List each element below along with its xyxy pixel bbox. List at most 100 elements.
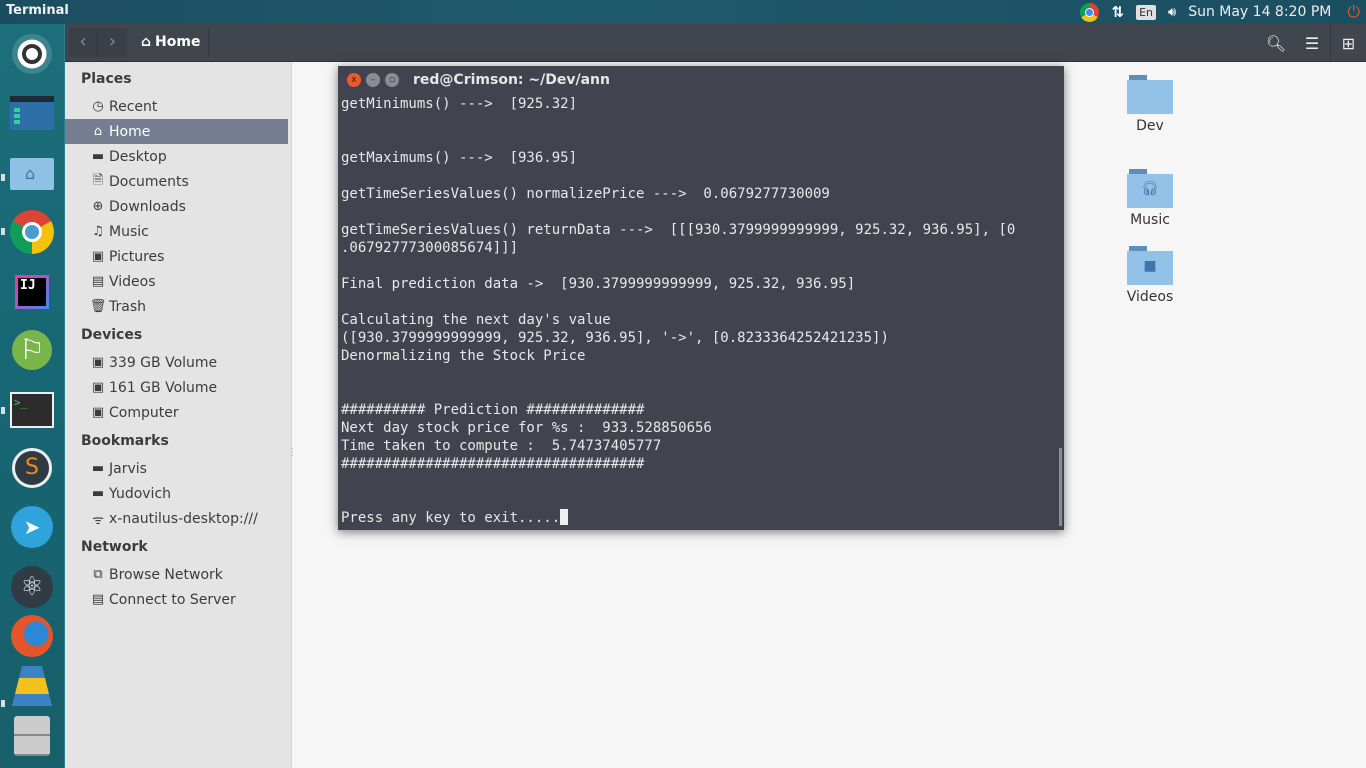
file-item-videos[interactable]: ■ Videos bbox=[1110, 245, 1190, 305]
sidebar-item-videos[interactable]: ▤ Videos bbox=[65, 269, 288, 294]
file-item-dev[interactable]: Dev bbox=[1110, 74, 1190, 134]
sidebar-item-label: Yudovich bbox=[109, 485, 172, 502]
terminal-line: Next day stock price for %s : 933.528850… bbox=[341, 419, 1059, 437]
running-indicator bbox=[1, 228, 5, 235]
sidebar-item-pictures[interactable]: ▣ Pictures bbox=[65, 244, 288, 269]
maximize-button[interactable]: ▫ bbox=[385, 73, 399, 87]
sidebar-item-nautilus-desktop[interactable]: ᯤ x-nautilus-desktop:/// bbox=[65, 506, 288, 531]
back-button[interactable]: ‹ bbox=[69, 28, 98, 57]
view-options-button[interactable]: ☰ bbox=[1294, 24, 1330, 62]
sidebar-item-browse-network[interactable]: ⧉ Browse Network bbox=[65, 562, 288, 587]
launcher-intellij[interactable]: IJ bbox=[10, 270, 54, 314]
sidebar-item-downloads[interactable]: ⊕ Downloads bbox=[65, 194, 288, 219]
sidebar-item-label: x-nautilus-desktop:/// bbox=[109, 510, 258, 527]
terminal-scrollbar[interactable] bbox=[1059, 448, 1062, 526]
home-icon: ⌂ bbox=[141, 34, 152, 50]
sidebar: Places ◷ Recent ⌂ Home ▬ Desktop 🗎︎ Document… bbox=[65, 62, 297, 768]
folder-icon: ▬ bbox=[91, 149, 105, 164]
launcher-telegram[interactable]: ➤ bbox=[10, 505, 54, 549]
chrome-indicator-icon[interactable] bbox=[1080, 2, 1100, 22]
terminal-line-text: ########## Prediction ############## bbox=[341, 402, 645, 418]
network-arrows-icon[interactable]: ⇅ bbox=[1111, 3, 1124, 21]
sidebar-item-label: Connect to Server bbox=[109, 591, 236, 608]
sidebar-item-label: 161 GB Volume bbox=[109, 379, 218, 396]
close-icon: x bbox=[351, 75, 357, 85]
terminal-line: Final prediction data -> [930.3799999999… bbox=[341, 275, 1059, 293]
sidebar-item-connect-to-server[interactable]: ▤ Connect to Server bbox=[65, 587, 288, 612]
sidebar-item-documents[interactable]: 🗎︎ Documents bbox=[65, 169, 288, 194]
volume-icon[interactable]: 🔊︎ bbox=[1168, 5, 1176, 20]
sidebar-item-recent[interactable]: ◷ Recent bbox=[65, 94, 288, 119]
file-item-music[interactable]: 🎧︎ Music bbox=[1110, 168, 1190, 228]
launcher-firefox[interactable] bbox=[10, 614, 54, 658]
launcher-atom[interactable]: ⚛ bbox=[10, 565, 54, 609]
sidebar-item-label: Jarvis bbox=[109, 460, 147, 477]
file-label: Music bbox=[1130, 212, 1170, 228]
sidebar-item-home[interactable]: ⌂ Home bbox=[65, 119, 288, 144]
sidebar-item-label: Computer bbox=[109, 404, 179, 421]
launcher-android-studio[interactable]: ⚐ bbox=[10, 328, 54, 372]
launcher-software-installer[interactable] bbox=[10, 664, 54, 708]
terminal-line: .06792777300085674]]] bbox=[341, 239, 1059, 257]
terminal-line: ([930.3799999999999, 925.32, 936.95], '-… bbox=[341, 329, 1059, 347]
sidebar-item-label: Home bbox=[109, 123, 151, 140]
terminal-line: getMinimums() ---> [925.32] bbox=[341, 95, 1059, 113]
folder-icon bbox=[1127, 75, 1173, 114]
power-icon[interactable]: ⏻ bbox=[1347, 2, 1360, 22]
terminal-output[interactable]: getMinimums() ---> [925.32] getMaximums()… bbox=[341, 95, 1059, 525]
terminal-line-text: Denormalizing the Stock Price bbox=[341, 348, 586, 364]
folder-icon: ▬ bbox=[91, 486, 105, 501]
running-indicator bbox=[1, 700, 5, 707]
terminal-line-text: Final prediction data -> [930.3799999999… bbox=[341, 276, 856, 292]
sidebar-item-music[interactable]: ♫ Music bbox=[65, 219, 288, 244]
terminal-line-text: getTimeSeriesValues() normalizePrice ---… bbox=[341, 186, 830, 202]
header-bar: ‹ › ⌂ Home 🔍︎ ☰ ⊞ bbox=[65, 24, 1366, 62]
keyboard-layout-indicator[interactable]: En bbox=[1136, 4, 1156, 20]
terminal-line-text: Calculating the next day's value bbox=[341, 312, 611, 328]
clock[interactable]: Sun May 14 8:20 PM bbox=[1188, 4, 1331, 20]
path-bar-home-button[interactable]: ⌂ Home bbox=[133, 28, 210, 57]
launcher-sublime-text[interactable]: S bbox=[10, 446, 54, 490]
chrome-icon bbox=[10, 210, 54, 254]
sidebar-item-label: Documents bbox=[109, 173, 189, 190]
terminal-line: getTimeSeriesValues() returnData ---> [[… bbox=[341, 221, 1059, 239]
sidebar-heading-devices: Devices bbox=[81, 327, 143, 343]
search-button[interactable]: 🔍︎ bbox=[1258, 24, 1294, 62]
launcher-home-folder[interactable] bbox=[10, 152, 54, 196]
terminal-window[interactable]: x – ▫ red@Crimson: ~/Dev/ann getMinimums… bbox=[338, 66, 1064, 530]
terminal-line: getMaximums() ---> [936.95] bbox=[341, 149, 1059, 167]
terminal-line-text: getTimeSeriesValues() returnData ---> [[… bbox=[341, 222, 1016, 238]
sidebar-item-desktop[interactable]: ▬ Desktop bbox=[65, 144, 288, 169]
launcher-files-app[interactable] bbox=[10, 91, 54, 135]
music-folder-icon: 🎧︎ bbox=[1127, 169, 1173, 208]
ubuntu-logo-icon bbox=[12, 34, 52, 74]
terminal-titlebar[interactable]: x – ▫ red@Crimson: ~/Dev/ann bbox=[338, 66, 1064, 94]
launcher-ubuntu-dash[interactable] bbox=[10, 32, 54, 76]
terminal-line-text: ([930.3799999999999, 925.32, 936.95], '-… bbox=[341, 330, 889, 346]
forward-button[interactable]: › bbox=[98, 28, 127, 57]
launcher: IJ ⚐ >_ S ➤ ⚛ bbox=[0, 24, 65, 768]
film-icon: ▤ bbox=[91, 274, 105, 289]
launcher-chrome[interactable] bbox=[10, 210, 54, 254]
sublime-text-icon: S bbox=[12, 448, 52, 488]
minimize-button[interactable]: – bbox=[366, 73, 380, 87]
sidebar-item-trash[interactable]: 🗑︎ Trash bbox=[65, 294, 288, 319]
sidebar-item-339gb-volume[interactable]: ▣ 339 GB Volume bbox=[65, 350, 288, 375]
terminal-icon: >_ bbox=[10, 392, 54, 428]
sidebar-item-yudovich[interactable]: ▬ Yudovich bbox=[65, 481, 288, 506]
minimize-icon: – bbox=[370, 75, 376, 85]
maximize-icon: ▫ bbox=[388, 75, 396, 85]
launcher-terminal[interactable]: >_ bbox=[10, 388, 54, 432]
terminal-line: Calculating the next day's value bbox=[341, 311, 1059, 329]
grid-view-button[interactable]: ⊞ bbox=[1330, 24, 1366, 62]
clock-icon: ◷ bbox=[92, 99, 104, 114]
launcher-drive[interactable] bbox=[10, 714, 54, 758]
close-button[interactable]: x bbox=[347, 73, 361, 87]
sidebar-item-jarvis[interactable]: ▬ Jarvis bbox=[65, 456, 288, 481]
sidebar-item-161gb-volume[interactable]: ▣ 161 GB Volume bbox=[65, 375, 288, 400]
sidebar-item-computer[interactable]: ▣ Computer bbox=[65, 400, 288, 425]
